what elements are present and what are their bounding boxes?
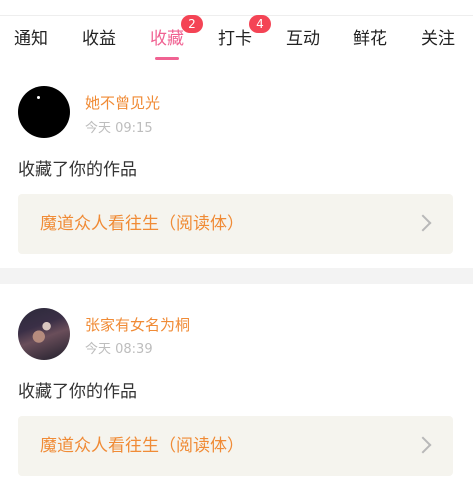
tab-label: 通知 xyxy=(14,29,48,49)
tab-label: 收藏 xyxy=(150,29,184,49)
tab-label: 打卡 xyxy=(218,29,252,49)
work-title: 魔道众人看往生（阅读体） xyxy=(40,436,244,456)
black-avatar-icon[interactable] xyxy=(18,86,70,138)
user-name[interactable]: 她不曾见光 xyxy=(85,92,160,113)
timestamp: 今天 09:15 xyxy=(85,121,153,136)
user-name[interactable]: 张家有女名为桐 xyxy=(85,314,190,335)
work-link[interactable]: 魔道众人看往生（阅读体） xyxy=(18,194,453,254)
tab-notifications[interactable]: 通知 xyxy=(14,24,48,54)
active-tab-indicator xyxy=(155,57,179,60)
tab-label: 收益 xyxy=(82,29,116,49)
work-link[interactable]: 魔道众人看往生（阅读体） xyxy=(18,416,453,476)
status-bar-strip xyxy=(0,0,473,16)
photo-avatar-icon[interactable] xyxy=(18,308,70,360)
feed-separator xyxy=(0,268,473,284)
tab-flowers[interactable]: 鲜花 xyxy=(353,24,387,54)
tab-interactions[interactable]: 互动 xyxy=(286,24,320,54)
work-title: 魔道众人看往生（阅读体） xyxy=(40,214,244,234)
action-text: 收藏了你的作品 xyxy=(18,160,137,180)
checkin-count-badge: 4 xyxy=(249,15,271,33)
feed-item: 她不曾见光 今天 09:15 收藏了你的作品 魔道众人看往生（阅读体） xyxy=(0,66,473,268)
tab-following[interactable]: 关注 xyxy=(421,24,455,54)
tab-earnings[interactable]: 收益 xyxy=(82,24,116,54)
feed-item: 张家有女名为桐 今天 08:39 收藏了你的作品 魔道众人看往生（阅读体） xyxy=(0,284,473,488)
tab-checkin[interactable]: 打卡 4 xyxy=(218,15,271,54)
tab-favorites[interactable]: 收藏 2 xyxy=(150,15,203,60)
tab-label: 关注 xyxy=(421,29,455,49)
tab-label: 鲜花 xyxy=(353,29,387,49)
action-text: 收藏了你的作品 xyxy=(18,382,137,402)
tab-bar: 通知 收益 收藏 2 打卡 4 互动 鲜花 关注 xyxy=(0,15,473,66)
chevron-right-icon xyxy=(414,436,432,454)
chevron-right-icon xyxy=(414,214,432,232)
timestamp: 今天 08:39 xyxy=(85,342,153,357)
tab-label: 互动 xyxy=(286,29,320,49)
favorites-count-badge: 2 xyxy=(181,15,203,33)
